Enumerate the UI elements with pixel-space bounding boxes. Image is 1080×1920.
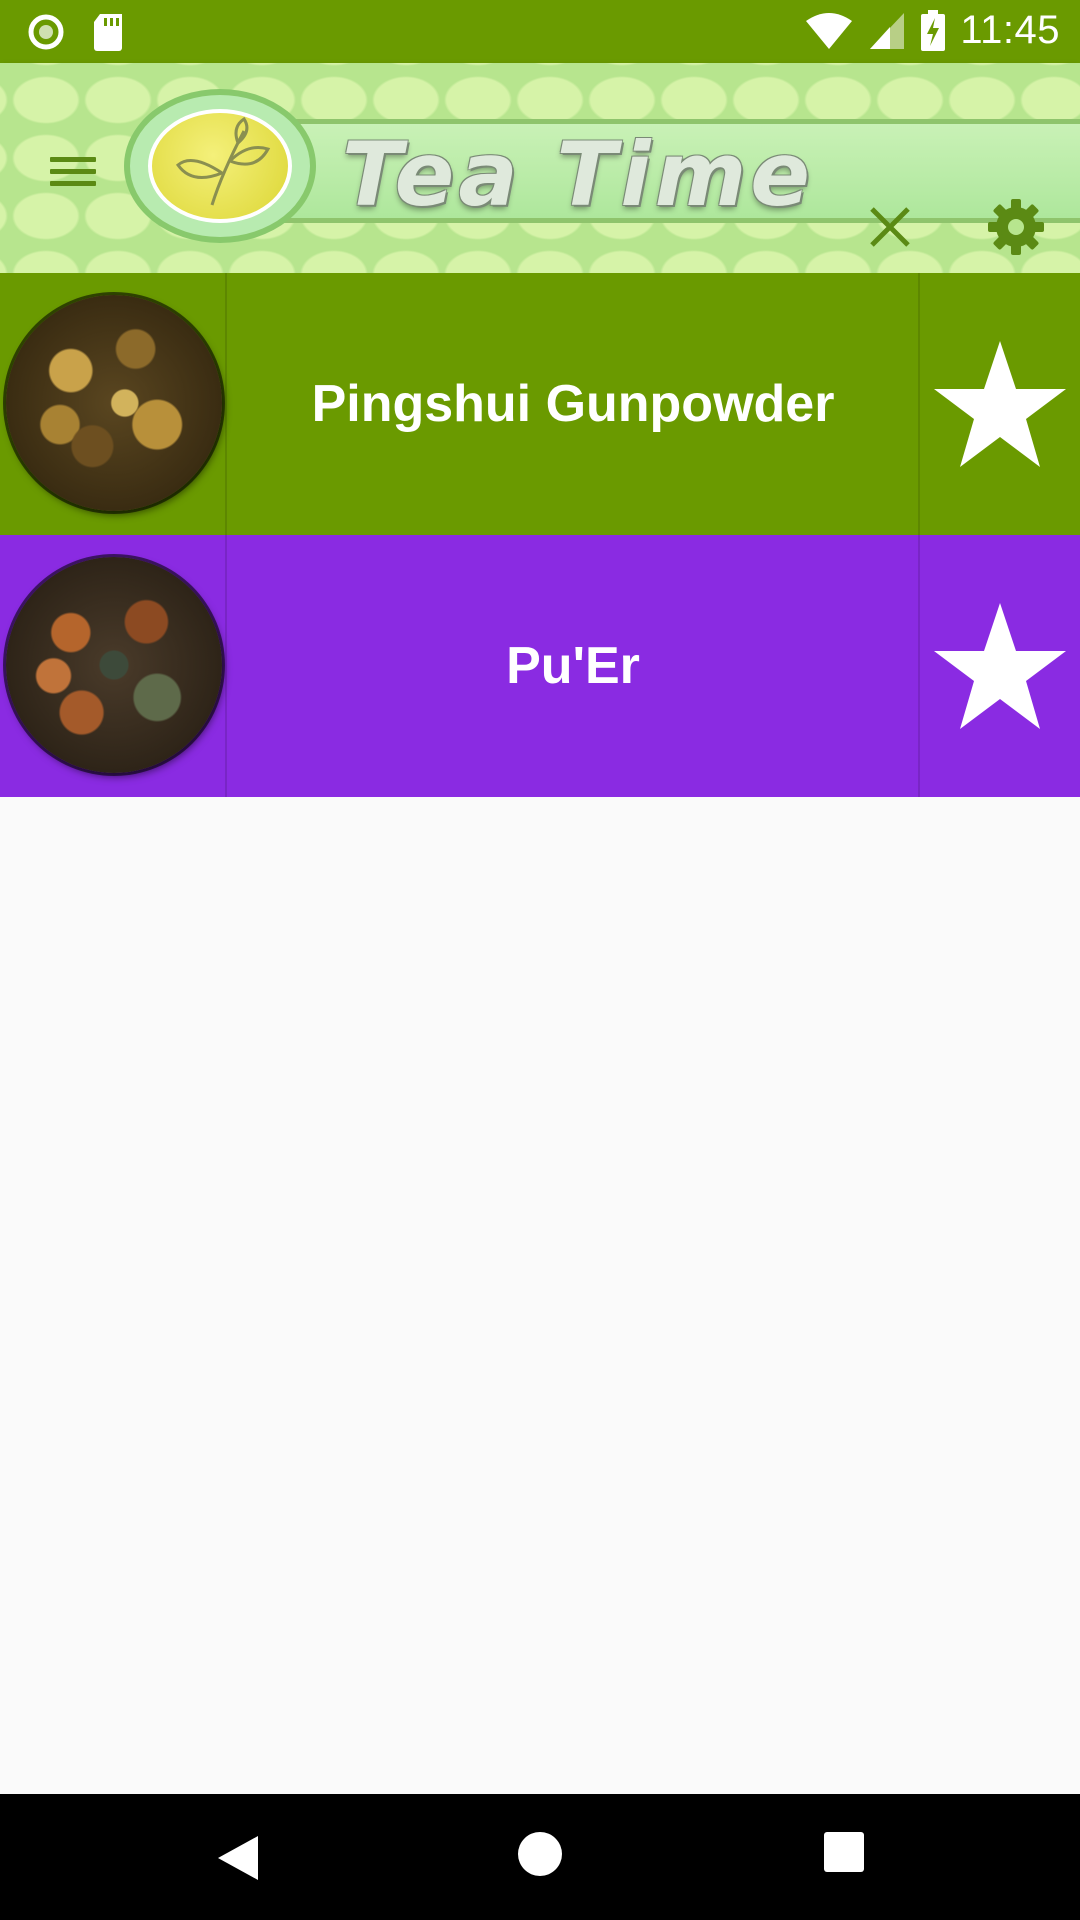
tea-image: [6, 557, 222, 773]
recents-icon[interactable]: [824, 1832, 864, 1872]
status-bar-right: 11:45: [804, 8, 1060, 53]
back-icon[interactable]: [212, 1832, 264, 1884]
menu-button[interactable]: [36, 141, 110, 201]
signal-icon: [870, 12, 905, 49]
close-icon: [870, 207, 910, 247]
system-nav-bar: [0, 1794, 1080, 1920]
status-bar-left: [26, 12, 126, 52]
star-icon: [934, 603, 1066, 729]
app-logo: [124, 89, 316, 243]
star-icon: [934, 341, 1066, 467]
favorite-button[interactable]: [918, 273, 1080, 535]
hamburger-menu-line: [50, 169, 96, 174]
record-icon: [28, 14, 64, 50]
tea-row-pingshui-gunpowder[interactable]: Pingshui Gunpowder: [0, 273, 1080, 535]
tea-name: Pu'Er: [506, 637, 640, 695]
sd-card-icon: [94, 14, 122, 51]
app-toolbar: Tea Time: [0, 63, 1080, 273]
status-bar: 11:45: [0, 0, 1080, 63]
tea-leaf-icon: [148, 109, 292, 223]
wifi-icon: [806, 12, 853, 49]
tea-row-pu-er[interactable]: Pu'Er: [0, 535, 1080, 797]
hamburger-menu-line: [50, 181, 96, 186]
settings-button[interactable]: [984, 195, 1048, 259]
app-title: Tea Time: [342, 123, 814, 226]
tea-name-cell: Pingshui Gunpowder: [228, 273, 918, 535]
status-time: 11:45: [960, 8, 1060, 52]
gear-icon: [988, 199, 1044, 255]
tea-leaf-drawing: [175, 116, 271, 206]
tea-name-cell: Pu'Er: [228, 535, 918, 797]
tea-thumbnail-cell: [0, 535, 227, 797]
home-icon[interactable]: [518, 1832, 562, 1876]
tea-list: Pingshui Gunpowder Pu'Er: [0, 273, 1080, 797]
battery-charging-icon: [921, 9, 946, 51]
tea-image: [6, 295, 222, 511]
tea-name: Pingshui Gunpowder: [311, 375, 835, 433]
hamburger-menu-icon: [50, 157, 96, 162]
favorite-button[interactable]: [918, 535, 1080, 797]
tea-thumbnail-cell: [0, 273, 227, 535]
close-button[interactable]: [862, 199, 918, 255]
